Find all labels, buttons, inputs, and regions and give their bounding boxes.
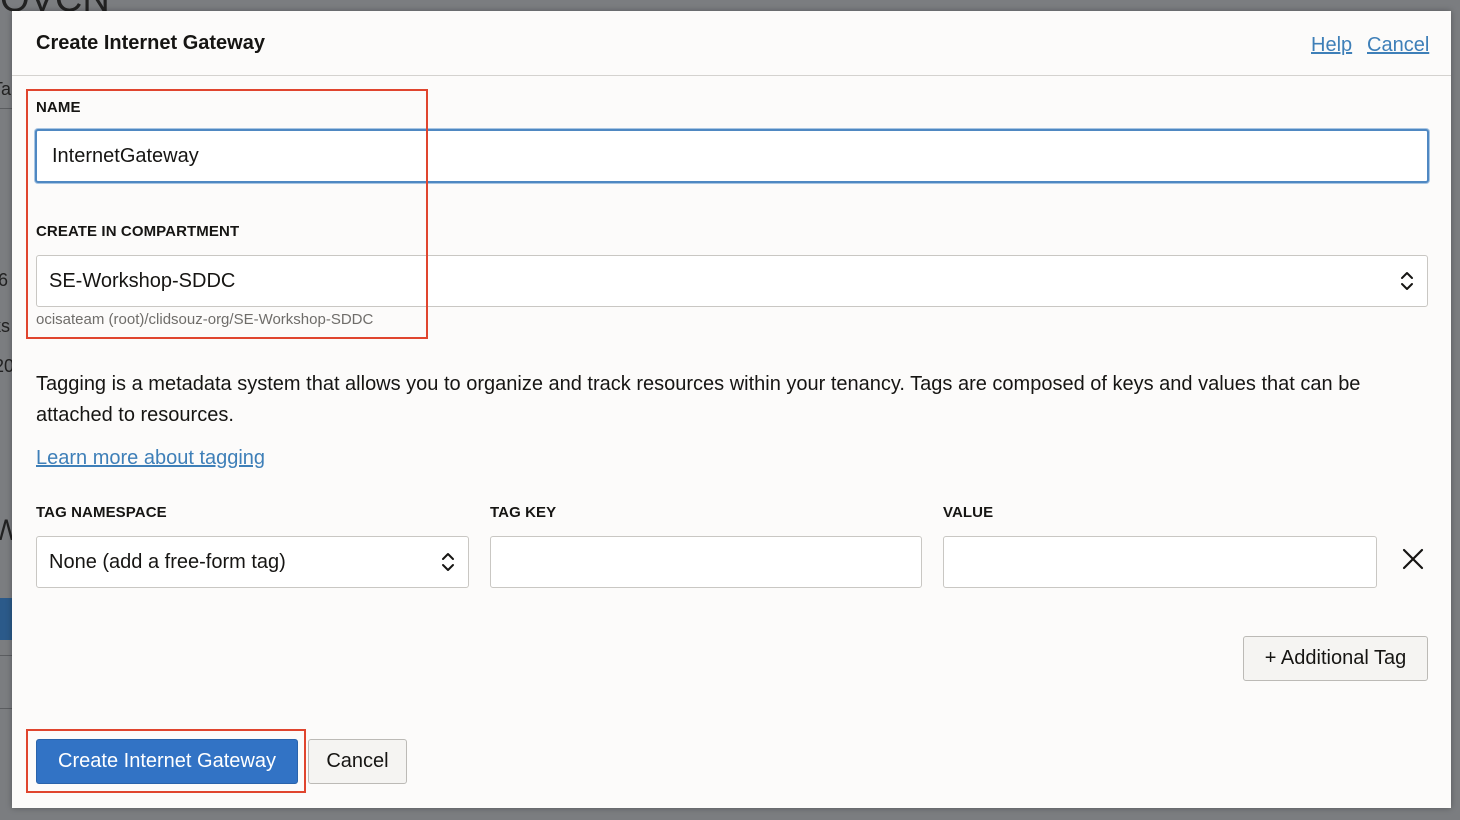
- background-text-fragment: 6: [0, 270, 9, 290]
- tag-value-label: VALUE: [943, 504, 994, 521]
- additional-tag-button[interactable]: + Additional Tag: [1243, 636, 1428, 681]
- learn-more-tagging-link[interactable]: Learn more about tagging: [36, 447, 265, 470]
- compartment-path: ocisateam (root)/clidsouz-org/SE-Worksho…: [36, 311, 374, 328]
- dialog-header: Create Internet Gateway Help Cancel: [12, 11, 1451, 76]
- tag-value-input[interactable]: [943, 536, 1377, 588]
- chevron-up-down-icon: [1401, 272, 1413, 290]
- name-label: NAME: [36, 99, 81, 116]
- background-divider: [0, 108, 12, 109]
- compartment-selected-value: SE-Workshop-SDDC: [49, 269, 236, 292]
- close-icon[interactable]: [1402, 548, 1424, 570]
- name-input[interactable]: [35, 129, 1429, 183]
- cancel-link[interactable]: Cancel: [1367, 34, 1429, 57]
- background-divider: [0, 708, 12, 709]
- create-internet-gateway-dialog: Create Internet Gateway Help Cancel NAME…: [12, 11, 1451, 808]
- tag-key-label: TAG KEY: [490, 504, 557, 521]
- cancel-button[interactable]: Cancel: [308, 739, 407, 784]
- tag-namespace-selected-value: None (add a free-form tag): [49, 550, 286, 573]
- tag-namespace-select[interactable]: None (add a free-form tag): [36, 536, 469, 588]
- background-text-fragment: Ta: [0, 79, 12, 99]
- background-button-fragment: [0, 598, 12, 640]
- create-internet-gateway-button[interactable]: Create Internet Gateway: [36, 739, 298, 784]
- compartment-select[interactable]: SE-Workshop-SDDC: [36, 255, 1428, 307]
- compartment-label: CREATE IN COMPARTMENT: [36, 223, 240, 240]
- background-divider: [0, 655, 12, 656]
- tag-namespace-label: TAG NAMESPACE: [36, 504, 167, 521]
- tagging-description: Tagging is a metadata system that allows…: [36, 373, 1361, 426]
- tag-key-input[interactable]: [490, 536, 922, 588]
- help-link[interactable]: Help: [1311, 34, 1352, 57]
- dialog-title: Create Internet Gateway: [36, 32, 265, 54]
- chevron-up-down-icon: [442, 553, 454, 571]
- background-text-fragment: ks: [0, 316, 10, 336]
